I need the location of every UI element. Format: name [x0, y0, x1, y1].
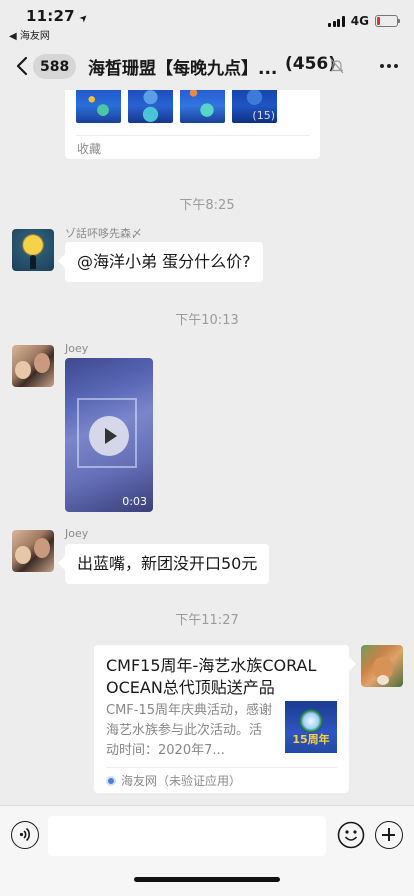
member-count: (456) [285, 54, 337, 74]
video-duration: 0:03 [122, 495, 147, 508]
status-time: 11:27 ➤ [26, 7, 92, 26]
message-timestamp: 下午10:13 [175, 313, 239, 328]
unread-count-badge[interactable]: 588 [33, 54, 77, 79]
sender-name: ゾ話吥哆先森〆 [65, 227, 142, 240]
input-bar [0, 805, 414, 896]
message-input[interactable] [48, 816, 326, 856]
message-bubble[interactable]: @海洋小弟 蛋分什么价? [65, 242, 263, 282]
avatar[interactable] [12, 345, 54, 387]
status-bar: 11:27 ➤ ◀ 海友网 4G [0, 0, 414, 44]
link-description: CMF-15周年庆典活动，感谢海艺水族参与此次活动。活动时间：2020年7... [106, 703, 273, 758]
message-timestamp: 下午11:27 [175, 613, 239, 628]
plus-icon[interactable] [375, 821, 403, 849]
voice-icon[interactable] [11, 821, 39, 849]
more-dots-icon[interactable] [380, 64, 398, 68]
sender-name: Joey [65, 527, 89, 540]
favorite-more-count: (15) [252, 109, 275, 122]
location-arrow-icon: ➤ [77, 11, 92, 26]
favorite-image [76, 90, 121, 123]
avatar[interactable] [12, 530, 54, 572]
link-thumbnail: 15周年 [285, 701, 337, 753]
back-to-app-link[interactable]: ◀ 海友网 [9, 27, 50, 42]
favorite-card[interactable]: (15) 收藏 [65, 90, 320, 159]
link-source-label: 海友网（未验证应用） [121, 774, 242, 788]
link-thumbnail-text: 15周年 [292, 733, 330, 746]
network-type: 4G [350, 14, 369, 28]
sender-name: Joey [65, 342, 89, 355]
divider [106, 767, 337, 768]
favorite-image [128, 90, 173, 123]
battery-icon [375, 15, 400, 27]
favorite-label: 收藏 [77, 142, 102, 156]
favorite-image: (15) [232, 90, 277, 123]
message-list[interactable]: (15) 收藏 下午8:25 ゾ話吥哆先森〆 @海洋小弟 蛋分什么价? 下午10… [0, 90, 414, 805]
emoji-icon[interactable] [337, 821, 365, 849]
video-message[interactable]: 0:03 [65, 358, 153, 512]
app-source-icon [106, 775, 116, 786]
message-timestamp: 下午8:25 [179, 198, 235, 213]
battery-level [377, 17, 381, 25]
bell-muted-icon [330, 58, 344, 74]
link-card-message[interactable]: CMF15周年-海艺水族CORAL OCEAN总代顶贴送产品 CMF-15周年庆… [94, 645, 349, 793]
home-indicator[interactable] [134, 877, 280, 882]
link-source[interactable]: 海友网（未验证应用） [106, 772, 241, 789]
avatar[interactable] [12, 229, 54, 271]
cellular-signal-icon [328, 15, 345, 27]
message-bubble[interactable]: 出蓝嘴，新团没开口50元 [65, 544, 270, 584]
favorite-image [180, 90, 225, 123]
play-icon[interactable] [89, 416, 129, 456]
avatar[interactable] [361, 645, 403, 687]
chevron-left-icon[interactable] [14, 56, 30, 76]
divider [76, 135, 310, 136]
chat-header: 588 海皙珊盟【每晚九点】... (456) [0, 44, 414, 90]
link-title: CMF15周年-海艺水族CORAL OCEAN总代顶贴送产品 [106, 656, 317, 697]
